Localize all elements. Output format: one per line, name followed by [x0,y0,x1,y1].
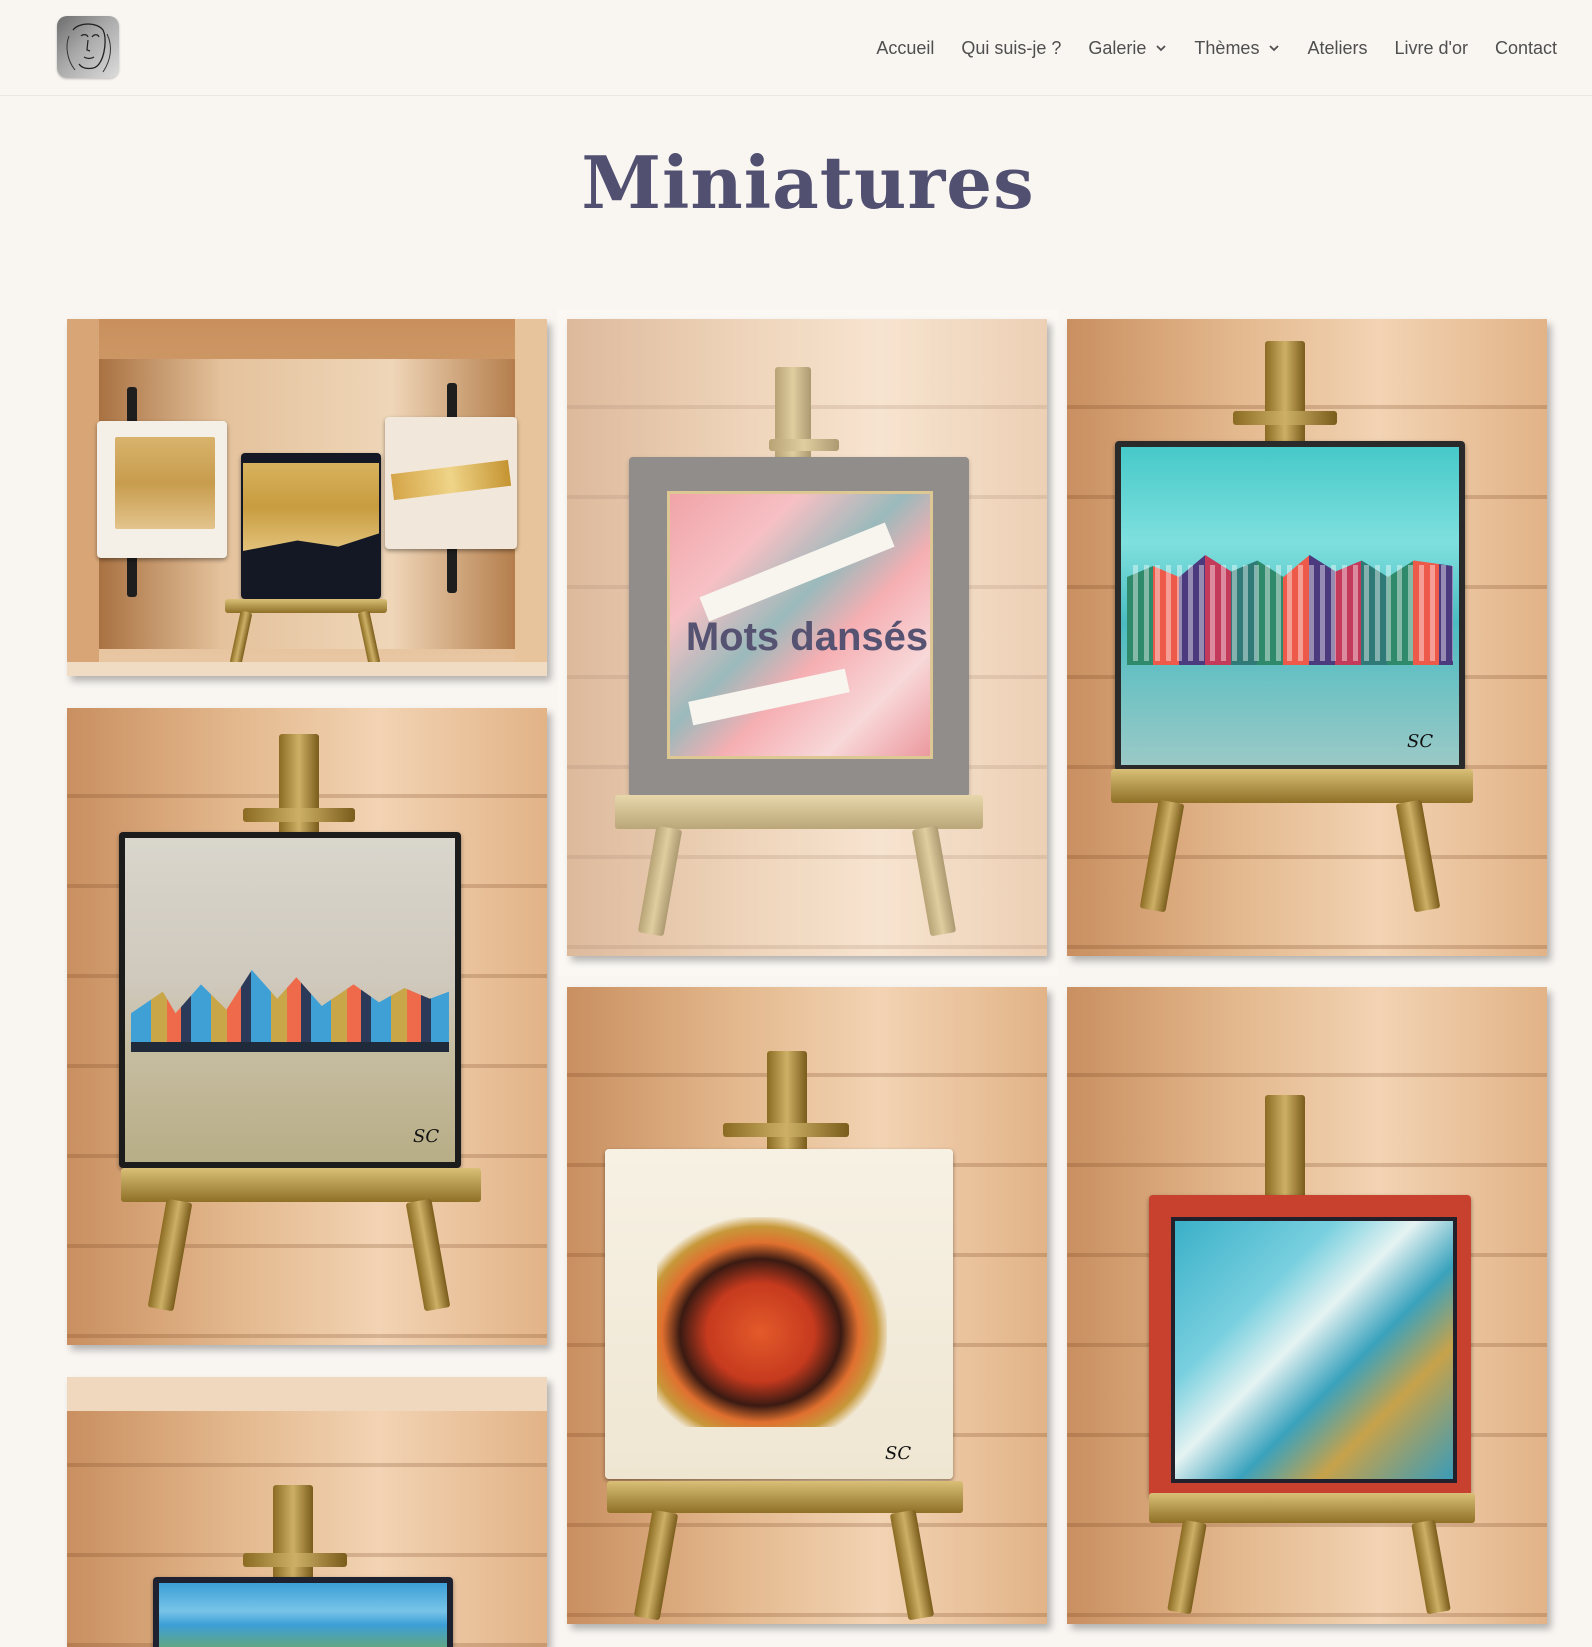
gallery-item[interactable] [67,1377,547,1647]
gallery-item-featured[interactable]: Mots dansés [558,309,1058,976]
site-header: Accueil Qui suis-je ? Galerie Thèmes Ate… [0,0,1592,96]
gallery-image: Mots dansés [567,319,1047,956]
gallery-item[interactable]: SC [1067,319,1547,956]
gallery-item[interactable]: SC [67,708,547,1345]
gallery-item-title: Mots dansés [685,615,929,659]
gallery-item[interactable] [67,319,547,676]
gallery-item[interactable] [1067,987,1547,1624]
nav-item-ateliers[interactable]: Ateliers [1307,38,1367,59]
nav-item-contact[interactable]: Contact [1495,38,1557,59]
main-nav: Accueil Qui suis-je ? Galerie Thèmes Ate… [849,34,1557,62]
face-drawing-icon [66,23,111,73]
chevron-down-icon [1269,45,1280,52]
nav-item-qui-suis-je[interactable]: Qui suis-je ? [961,38,1061,59]
chevron-down-icon [1156,45,1167,52]
nav-item-galerie[interactable]: Galerie [1088,38,1167,59]
site-logo[interactable] [57,16,119,78]
nav-item-accueil[interactable]: Accueil [876,38,934,59]
page-title: Miniatures [581,140,1035,225]
nav-item-livre-dor[interactable]: Livre d'or [1394,38,1467,59]
nav-item-themes[interactable]: Thèmes [1194,38,1280,59]
gallery-item[interactable]: SC [567,987,1047,1624]
